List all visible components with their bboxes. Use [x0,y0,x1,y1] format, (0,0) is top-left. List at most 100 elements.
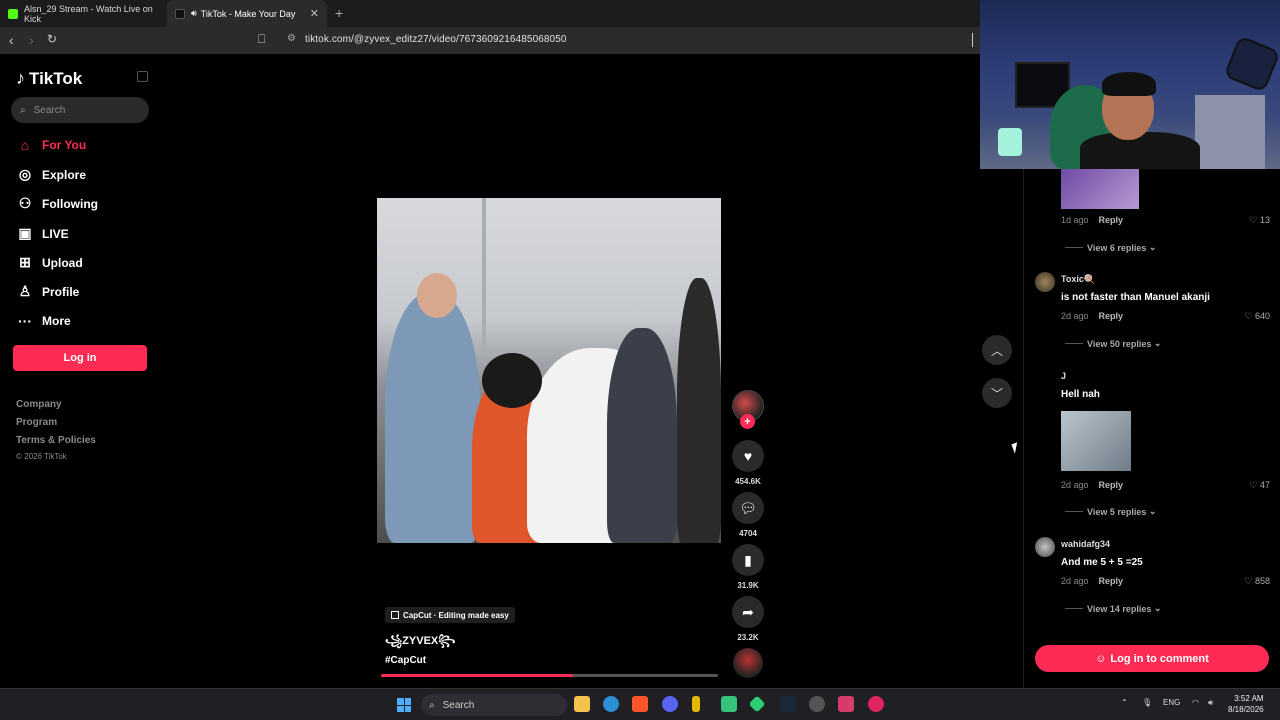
comment-time: 1d ago [1061,215,1089,225]
capcut-badge[interactable]: CapCut · Editing made easy [385,607,515,623]
steam-icon[interactable] [780,696,796,712]
file-explorer-icon[interactable] [574,696,590,712]
comment-like[interactable]: ♡ 47 [1230,480,1270,491]
webcam-scene [1080,132,1200,169]
capcut-icon [391,611,399,619]
reply-button[interactable]: Reply [1099,480,1124,490]
volume-icon[interactable]: 🔊︎ [1208,698,1213,708]
nav-for-you[interactable]: ⌂ For You [16,137,86,153]
nav-label: More [42,314,71,328]
edge-icon[interactable] [603,696,619,712]
clock-date: 8/18/2026 [1228,705,1264,714]
video-progress-bar[interactable] [381,674,718,677]
site-settings-icon[interactable]: ⚙︎ [287,33,296,44]
collapse-sidebar-icon[interactable] [137,71,148,82]
view-replies-button[interactable]: View 6 replies ⌄ [1065,242,1156,253]
comment-like[interactable]: ♡ 13 [1230,215,1270,226]
footer-company-link[interactable]: Company [16,399,62,410]
tiktok-note-icon: ♪ [16,68,25,88]
comment-text: And me 5 + 5 =25 [1061,557,1143,568]
url-field[interactable]: tiktok.com/@zyvex_editz27/video/76736092… [305,34,567,45]
view-replies-button[interactable]: View 14 replies ⌄ [1065,603,1161,614]
video-scene [677,278,721,543]
search-icon: ⌕ [429,699,435,711]
tab-title: Alsn_29 Stream - Watch Live on Kick [24,3,153,24]
divider [1065,343,1083,344]
comment-image[interactable] [1061,411,1131,471]
footer-program-link[interactable]: Program [16,417,57,428]
reply-button[interactable]: Reply [1099,311,1124,321]
comment-like-count: 640 [1254,311,1270,321]
app-icon[interactable] [748,695,766,713]
brave-icon[interactable] [632,696,648,712]
video-hashtag[interactable]: #CapCut [385,655,426,666]
previous-video-button[interactable]: ︿ [982,335,1012,365]
windows-start-icon[interactable] [397,698,411,712]
discord-icon[interactable] [662,696,678,712]
comment-username[interactable]: wahidafg34 [1061,539,1110,549]
comment-username[interactable]: Toxic🍭 [1061,274,1095,285]
video-player[interactable] [377,198,721,543]
reload-icon[interactable]: ↻ [47,32,57,46]
footer-terms-link[interactable]: Terms & Policies [16,435,96,446]
search-placeholder: Search [33,104,66,116]
forward-icon[interactable]: › [29,32,34,48]
login-to-comment-button[interactable]: ☺ Log in to comment [1035,645,1269,672]
comment-meta: 2d ago Reply [1061,480,1123,490]
arrow-app-icon[interactable] [692,696,700,712]
app-icon[interactable] [809,696,825,712]
tray-overflow-icon[interactable]: ⌃ [1121,698,1128,707]
taskbar-clock[interactable]: 3:52 AM 8/18/2026 [1228,693,1264,715]
nav-upload[interactable]: ⊞ Upload [16,254,83,271]
share-button[interactable]: ➦ [732,596,764,628]
comment-time: 2d ago [1061,576,1089,586]
reply-button[interactable]: Reply [1099,576,1124,586]
reply-button[interactable]: Reply [1099,215,1124,225]
save-button[interactable]: ▮ [732,544,764,576]
tab-tiktok[interactable]: 🔊︎ TikTok - Make Your Day ✕ [167,0,327,27]
comment-button[interactable]: 💬︎ [732,492,764,524]
app-icon[interactable] [838,696,854,712]
follow-plus-icon[interactable]: + [740,414,755,429]
back-icon[interactable]: ‹ [9,32,14,48]
comment-image[interactable] [1061,169,1139,209]
following-icon: ⚇ [18,195,32,211]
comment-like-count: 13 [1259,215,1270,225]
commenter-avatar[interactable] [1035,537,1055,557]
nav-label: For You [42,138,87,152]
search-input[interactable]: ⌕ Search [11,97,149,123]
video-scene [482,198,486,348]
taskbar-search[interactable]: ⌕ Search [421,694,567,716]
microphone-icon[interactable]: 🎙︎ [1142,698,1152,707]
comment-username[interactable]: J [1061,371,1066,381]
view-replies-button[interactable]: View 50 replies ⌄ [1065,338,1161,349]
comment-like[interactable]: ♡ 858 [1230,576,1270,587]
text-cursor [972,33,973,47]
nav-explore[interactable]: ◎ Explore [16,166,86,183]
video-author[interactable]: ꧁ZYVEX꧂ [385,633,455,655]
comment-like[interactable]: ♡ 640 [1230,311,1270,322]
tab-kick[interactable]: Alsn_29 Stream - Watch Live on Kick [0,0,165,27]
nav-more[interactable]: ··· More [16,313,71,329]
nav-live[interactable]: ▣ LIVE [16,225,68,242]
login-button[interactable]: Log in [13,345,147,371]
wifi-icon[interactable]: ◠ [1192,698,1199,707]
tiktok-logo[interactable]: ♪ TikTok [16,68,82,89]
youtube-music-icon[interactable] [868,696,884,712]
commenter-avatar[interactable] [1035,272,1055,292]
next-video-button[interactable]: ﹀ [982,378,1012,408]
address-bar: ‹ › ↻ ⎕ ⚙︎ tiktok.com/@zyvex_editz27/vid… [0,27,980,54]
close-tab-icon[interactable]: ✕ [310,7,319,20]
view-replies-button[interactable]: View 5 replies ⌄ [1065,506,1156,517]
bookmark-icon[interactable]: ⎕ [258,32,265,47]
music-disc-avatar[interactable] [733,648,763,678]
more-icon: ··· [18,313,32,329]
speaker-icon: 🔊︎ [191,8,197,18]
nav-profile[interactable]: ♙ Profile [16,283,80,300]
nav-following[interactable]: ⚇ Following [16,195,98,212]
like-button[interactable]: ♥ [732,440,764,472]
app-icon[interactable] [721,696,737,712]
new-tab-button[interactable]: + [335,5,343,21]
mouse-cursor-icon [1011,442,1021,454]
language-indicator[interactable]: ENG [1163,698,1180,707]
